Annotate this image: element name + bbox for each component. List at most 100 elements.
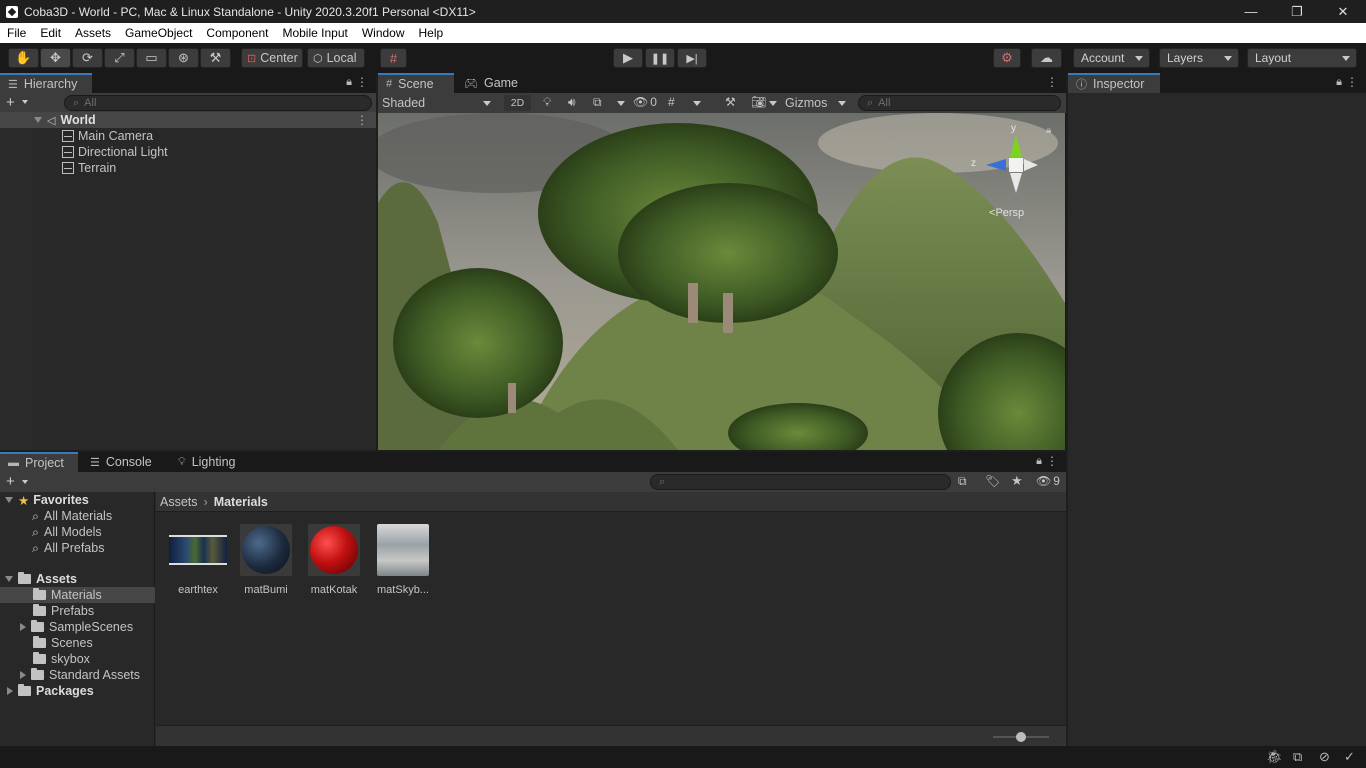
lock-icon[interactable]: 🔒︎: [1336, 76, 1342, 89]
asset-item-matbumi[interactable]: matBumi: [236, 524, 296, 596]
hand-tool-button[interactable]: ✋: [8, 48, 39, 68]
tab-project[interactable]: ▬ Project: [0, 452, 78, 472]
bug-icon[interactable]: 🐞︎: [1266, 749, 1283, 765]
lock-icon[interactable]: 🔒︎: [1036, 455, 1042, 468]
account-dropdown[interactable]: Account: [1073, 48, 1150, 68]
assets-row[interactable]: Assets: [0, 571, 155, 587]
menu-assets[interactable]: Assets: [68, 26, 118, 40]
chevron-down-icon[interactable]: [22, 480, 28, 484]
more-options-icon[interactable]: ⋮: [1046, 454, 1058, 468]
folder-item[interactable]: Prefabs: [0, 603, 155, 619]
tab-console[interactable]: ☰ Console: [82, 452, 162, 472]
close-button[interactable]: ✕: [1320, 0, 1366, 23]
more-options-icon[interactable]: ⋮: [356, 113, 368, 127]
play-button[interactable]: ▶: [613, 48, 643, 68]
menu-mobile-input[interactable]: Mobile Input: [275, 26, 354, 40]
custom-tool-button[interactable]: ⚒: [200, 48, 231, 68]
expand-arrow-icon[interactable]: [5, 497, 13, 503]
hierarchy-search-input[interactable]: ⌕ All: [64, 95, 372, 111]
tab-game[interactable]: 🎮︎ Game: [456, 73, 528, 93]
folder-item[interactable]: SampleScenes: [0, 619, 155, 635]
add-object-button[interactable]: +: [6, 94, 15, 111]
folder-item-materials[interactable]: Materials: [0, 587, 155, 603]
menu-window[interactable]: Window: [355, 26, 412, 40]
expand-arrow-icon[interactable]: [34, 117, 42, 123]
expand-arrow-icon[interactable]: [5, 576, 13, 582]
gizmos-dropdown[interactable]: Gizmos: [780, 93, 850, 113]
scene-viewport[interactable]: y z <Persp 🔒︎: [378, 113, 1065, 450]
hierarchy-item[interactable]: Directional Light: [0, 144, 376, 160]
packages-row[interactable]: Packages: [0, 683, 155, 699]
chevron-down-icon[interactable]: [22, 100, 28, 104]
menu-help[interactable]: Help: [412, 26, 451, 40]
tab-scene[interactable]: # Scene: [378, 73, 454, 93]
minimize-button[interactable]: —: [1228, 0, 1274, 23]
favorite-item[interactable]: ⌕ All Materials: [0, 508, 155, 524]
project-search-input[interactable]: ⌕: [650, 474, 951, 490]
filter-by-type-icon[interactable]: ⧉: [958, 474, 967, 489]
filter-by-label-icon[interactable]: 🏷︎: [985, 474, 1000, 488]
rect-tool-button[interactable]: ▭: [136, 48, 167, 68]
layout-dropdown[interactable]: Layout: [1247, 48, 1357, 68]
2d-mode-button[interactable]: 2D: [504, 95, 531, 111]
collab-status-icon[interactable]: ✓: [1344, 749, 1355, 765]
lock-icon[interactable]: 🔒︎: [346, 76, 352, 89]
effects-toggle-icon[interactable]: ⧉: [593, 95, 602, 110]
shading-mode-dropdown[interactable]: Shaded: [378, 93, 497, 113]
folder-item[interactable]: Standard Assets: [0, 667, 155, 683]
asset-item-earthtex[interactable]: earthtex: [168, 524, 228, 596]
move-tool-button[interactable]: ✥: [40, 48, 71, 68]
lighting-toggle-icon[interactable]: 💡︎: [543, 95, 551, 110]
menu-file[interactable]: File: [0, 26, 33, 40]
maximize-button[interactable]: ❐: [1274, 0, 1320, 23]
pivot-space-toggle[interactable]: ⬡ Local: [307, 48, 365, 68]
scene-row-world[interactable]: ◁ World ⋮: [0, 112, 376, 128]
menu-gameobject[interactable]: GameObject: [118, 26, 199, 40]
tab-hierarchy[interactable]: ☰ Hierarchy: [0, 73, 92, 93]
auto-generate-lighting-icon[interactable]: ⊘: [1319, 749, 1330, 765]
audio-toggle-icon[interactable]: 🔊︎: [568, 95, 576, 110]
orientation-gizmo[interactable]: y z <Persp: [971, 121, 1056, 231]
pause-button[interactable]: ❚❚: [645, 48, 675, 68]
expand-arrow-icon[interactable]: [20, 623, 26, 631]
grid-toggle-icon[interactable]: #: [668, 95, 675, 109]
folder-item[interactable]: Scenes: [0, 635, 155, 651]
scale-tool-button[interactable]: ⤢: [104, 48, 135, 68]
rotate-tool-button[interactable]: ⟳: [72, 48, 103, 68]
chevron-down-icon[interactable]: [769, 101, 777, 106]
favorite-item[interactable]: ⌕ All Models: [0, 524, 155, 540]
asset-item-matskybox[interactable]: matSkyb...: [373, 524, 433, 596]
cache-server-icon[interactable]: ⧉: [1293, 749, 1302, 765]
cloud-button[interactable]: ☁: [1031, 48, 1062, 68]
more-options-icon[interactable]: ⋮: [1046, 75, 1058, 89]
icon-size-slider-handle[interactable]: [1016, 732, 1026, 742]
layers-dropdown[interactable]: Layers: [1159, 48, 1239, 68]
asset-item-matkotak[interactable]: matKotak: [304, 524, 364, 596]
chevron-down-icon[interactable]: [617, 101, 625, 106]
lock-icon[interactable]: 🔒︎: [1046, 125, 1051, 136]
menu-edit[interactable]: Edit: [33, 26, 68, 40]
tab-lighting[interactable]: 💡︎ Lighting: [170, 452, 250, 472]
chevron-down-icon[interactable]: [693, 101, 701, 106]
expand-arrow-icon[interactable]: [20, 671, 26, 679]
hierarchy-item[interactable]: Main Camera: [0, 128, 376, 144]
more-options-icon[interactable]: ⋮: [1346, 75, 1358, 89]
favorite-item[interactable]: ⌕ All Prefabs: [0, 540, 155, 556]
pivot-center-toggle[interactable]: ⊡ Center: [241, 48, 303, 68]
scene-search-input[interactable]: ⌕ All: [858, 95, 1061, 111]
menu-component[interactable]: Component: [199, 26, 275, 40]
projection-label[interactable]: <Persp: [989, 207, 1024, 219]
tab-inspector[interactable]: ⓘ Inspector: [1068, 73, 1160, 93]
camera-icon[interactable]: 📷︎: [751, 95, 766, 109]
grid-snap-button[interactable]: #: [380, 48, 407, 68]
folder-item[interactable]: skybox: [0, 651, 155, 667]
breadcrumb-root[interactable]: Assets: [160, 495, 198, 509]
breadcrumb-current[interactable]: Materials: [214, 495, 268, 509]
more-options-icon[interactable]: ⋮: [356, 75, 368, 89]
transform-tool-button[interactable]: ⊛: [168, 48, 199, 68]
collab-button[interactable]: ⚙: [993, 48, 1021, 68]
step-button[interactable]: ▶|: [677, 48, 707, 68]
create-asset-button[interactable]: +: [6, 473, 15, 490]
hierarchy-item[interactable]: Terrain: [0, 160, 376, 176]
favorites-row[interactable]: ★ Favorites: [0, 492, 155, 508]
